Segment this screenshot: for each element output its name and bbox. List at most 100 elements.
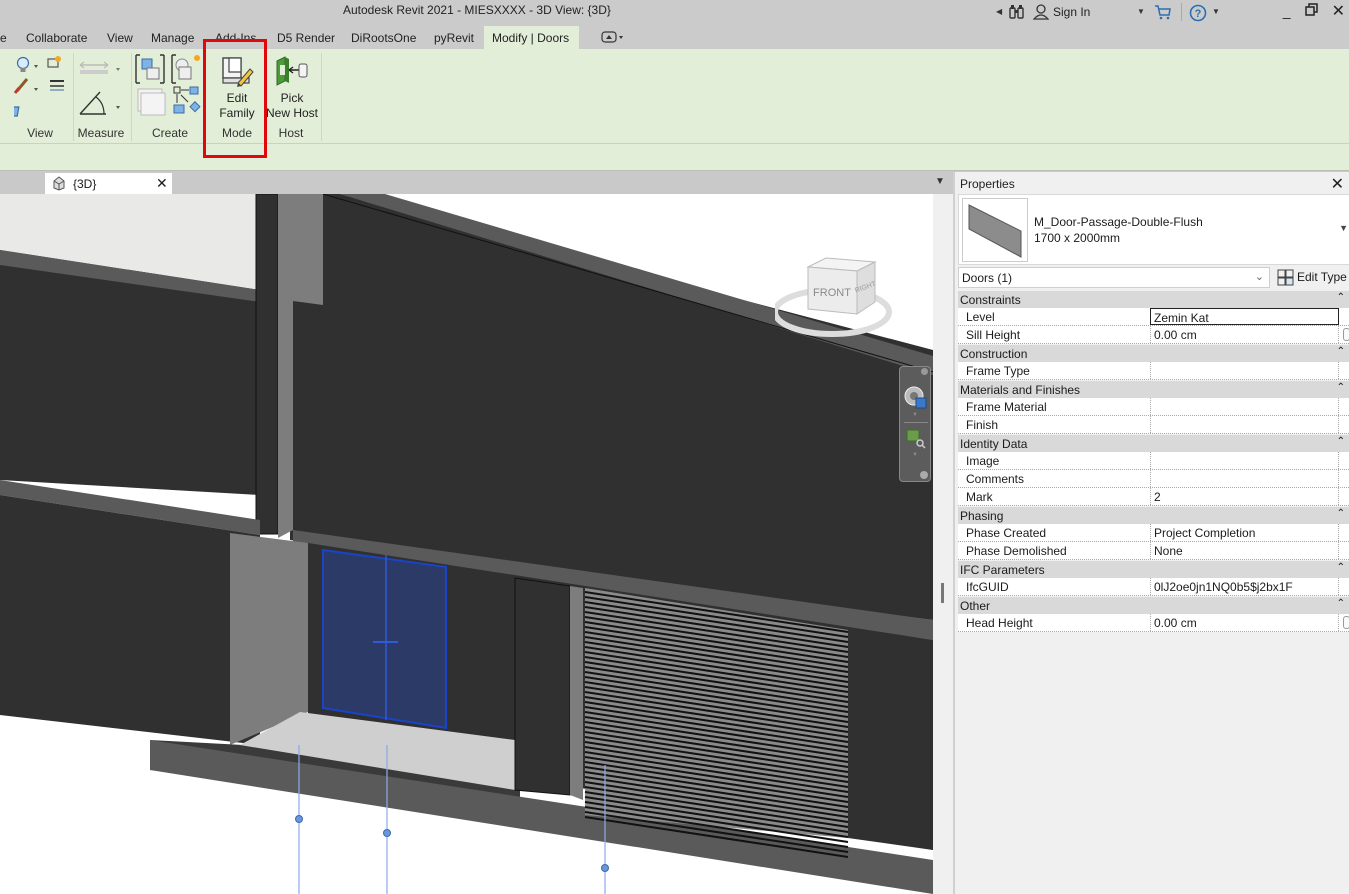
window-jamb (570, 586, 583, 800)
user-icon (1033, 4, 1049, 20)
sign-in-label: Sign In (1053, 5, 1091, 19)
close-view-tab-button[interactable]: ✕ (156, 175, 168, 192)
window-title: Autodesk Revit 2021 - MIESXXXX - 3D View… (343, 3, 611, 17)
panel-label-view: View (27, 126, 53, 140)
tab-collaborate[interactable]: Collaborate (18, 26, 95, 49)
pier (514, 577, 571, 796)
restore-button[interactable] (1304, 3, 1318, 21)
svg-text:?: ? (1195, 8, 1202, 20)
view-tab-menu-icon[interactable]: ▼ (935, 176, 945, 187)
zoom-dropdown[interactable]: ▼ (912, 452, 918, 458)
pick-new-host-label-1: Pick (280, 91, 304, 105)
property-row-finish[interactable]: Finish (958, 416, 1349, 434)
help-dropdown[interactable]: ▼ (1212, 4, 1220, 20)
type-size: 1700 x 2000mm (1034, 231, 1121, 245)
tab-pyrevit[interactable]: pyRevit (426, 26, 482, 49)
level-value-field[interactable]: Zemin Kat (1150, 308, 1339, 325)
scroll-left-icon[interactable]: ◀ (996, 4, 1002, 20)
sign-in-dropdown[interactable]: ▼ (1137, 4, 1145, 20)
measure-tools[interactable] (78, 59, 126, 119)
3d-view-icon (53, 176, 65, 191)
panel-divider (321, 53, 322, 141)
create-parts-icon (137, 88, 166, 116)
steering-wheel-dropdown[interactable]: ▼ (912, 412, 918, 418)
edit-type-button[interactable]: Edit Type (1275, 267, 1349, 288)
group-phasing[interactable]: Phasing ⌃ (958, 506, 1349, 524)
view-panel-tools[interactable] (14, 55, 74, 121)
3d-viewport[interactable]: FRONT RIGHT ▼ ▼ (0, 194, 933, 894)
close-window-button[interactable]: ✕ (1332, 1, 1345, 21)
minimize-button[interactable]: _ (1283, 3, 1291, 21)
zoom-region-icon[interactable] (906, 429, 926, 449)
associate-parameter-button[interactable] (1343, 328, 1349, 341)
collapse-icon[interactable]: ⌃ (1337, 562, 1345, 573)
tab-view[interactable]: View (99, 26, 141, 49)
splitter-handle[interactable] (941, 583, 944, 603)
viewport-scrollbar[interactable] (933, 194, 953, 894)
tab-diroots-one[interactable]: DiRootsOne (343, 26, 424, 49)
viewcube[interactable]: FRONT RIGHT (775, 254, 915, 339)
property-row-ifcguid[interactable]: IfcGUID 0lJ2oe0jn1NQ0b5$j2bx1F (958, 578, 1349, 596)
tab-manage[interactable]: Manage (143, 26, 202, 49)
close-properties-button[interactable]: ✕ (1331, 174, 1344, 194)
chevron-down-icon: ⌄ (1254, 271, 1264, 283)
level-grip (383, 829, 391, 837)
group-ifc-parameters[interactable]: IFC Parameters ⌃ (958, 560, 1349, 578)
collapse-icon[interactable]: ⌃ (1337, 598, 1345, 609)
ribbon-minimize-toggle[interactable] (593, 28, 633, 51)
type-name: M_Door-Passage-Double-Flush (1034, 215, 1203, 229)
panel-divider (73, 53, 74, 141)
pick-new-host-icon (276, 56, 308, 86)
group-constraints[interactable]: Constraints ⌃ (958, 290, 1349, 308)
binoculars-icon[interactable] (1008, 4, 1026, 20)
pick-new-host-button[interactable]: Pick New Host (265, 51, 319, 121)
tab-systems-partial[interactable]: e (0, 26, 15, 49)
nav-bar-close-icon[interactable] (921, 368, 928, 375)
property-row-phase-demolished[interactable]: Phase Demolished None (958, 542, 1349, 560)
property-row-head-height[interactable]: Head Height 0.00 cm (958, 614, 1349, 632)
level-grip (601, 864, 609, 872)
collapse-icon[interactable]: ⌃ (1337, 292, 1345, 303)
instance-filter-dropdown[interactable]: Doors (1) ⌄ (958, 267, 1270, 288)
property-row-sill-height[interactable]: Sill Height 0.00 cm (958, 326, 1349, 344)
associate-parameter-button[interactable] (1343, 616, 1349, 629)
lower-left-wall (0, 495, 260, 745)
property-row-mark[interactable]: Mark 2 (958, 488, 1349, 506)
annotation-highlight-box (203, 39, 267, 158)
property-row-frame-type[interactable]: Frame Type (958, 362, 1349, 380)
group-materials-finishes[interactable]: Materials and Finishes ⌃ (958, 380, 1349, 398)
cart-icon[interactable] (1154, 4, 1172, 20)
group-construction[interactable]: Construction ⌃ (958, 344, 1349, 362)
create-tools[interactable] (134, 53, 204, 121)
property-row-phase-created[interactable]: Phase Created Project Completion (958, 524, 1349, 542)
create-group-icon (173, 86, 201, 114)
group-other[interactable]: Other ⌃ (958, 596, 1349, 614)
title-divider (1181, 3, 1182, 21)
view-tab-3d[interactable]: {3D} ✕ (45, 173, 172, 194)
pick-new-host-label-2: New Host (265, 106, 318, 120)
properties-grid: Constraints ⌃ Level Zemin Kat Sill Height 0… (958, 290, 1349, 632)
type-selector[interactable]: M_Door-Passage-Double-Flush 1700 x 2000m… (958, 194, 1349, 265)
property-row-image[interactable]: Image (958, 452, 1349, 470)
properties-palette: Properties ✕ M_Door-Passage-Double-Flush… (953, 172, 1349, 894)
collapse-icon[interactable]: ⌃ (1337, 346, 1345, 357)
thin-lines-icon (50, 80, 64, 91)
property-row-frame-material[interactable]: Frame Material (958, 398, 1349, 416)
tab-modify-doors[interactable]: Modify | Doors (484, 26, 579, 49)
collapse-icon[interactable]: ⌃ (1337, 436, 1345, 447)
property-row-comments[interactable]: Comments (958, 470, 1349, 488)
nav-bar-options-icon[interactable] (920, 471, 928, 479)
collapse-icon[interactable]: ⌃ (1337, 508, 1345, 519)
collapse-icon[interactable]: ⌃ (1337, 382, 1345, 393)
tab-d5-render[interactable]: D5 Render (269, 26, 343, 49)
sign-in-button[interactable]: Sign In (1033, 4, 1090, 20)
type-selector-dropdown-icon[interactable]: ▼ (1339, 223, 1348, 233)
steering-wheel-icon[interactable] (903, 385, 929, 411)
panel-divider (131, 53, 132, 141)
panel-label-measure: Measure (77, 126, 125, 140)
group-identity-data[interactable]: Identity Data ⌃ (958, 434, 1349, 452)
edit-type-label: Edit Type (1297, 270, 1347, 284)
help-icon[interactable]: ? (1189, 4, 1207, 22)
property-row-level[interactable]: Level Zemin Kat (958, 308, 1349, 326)
panel-label-host: Host (278, 126, 304, 140)
